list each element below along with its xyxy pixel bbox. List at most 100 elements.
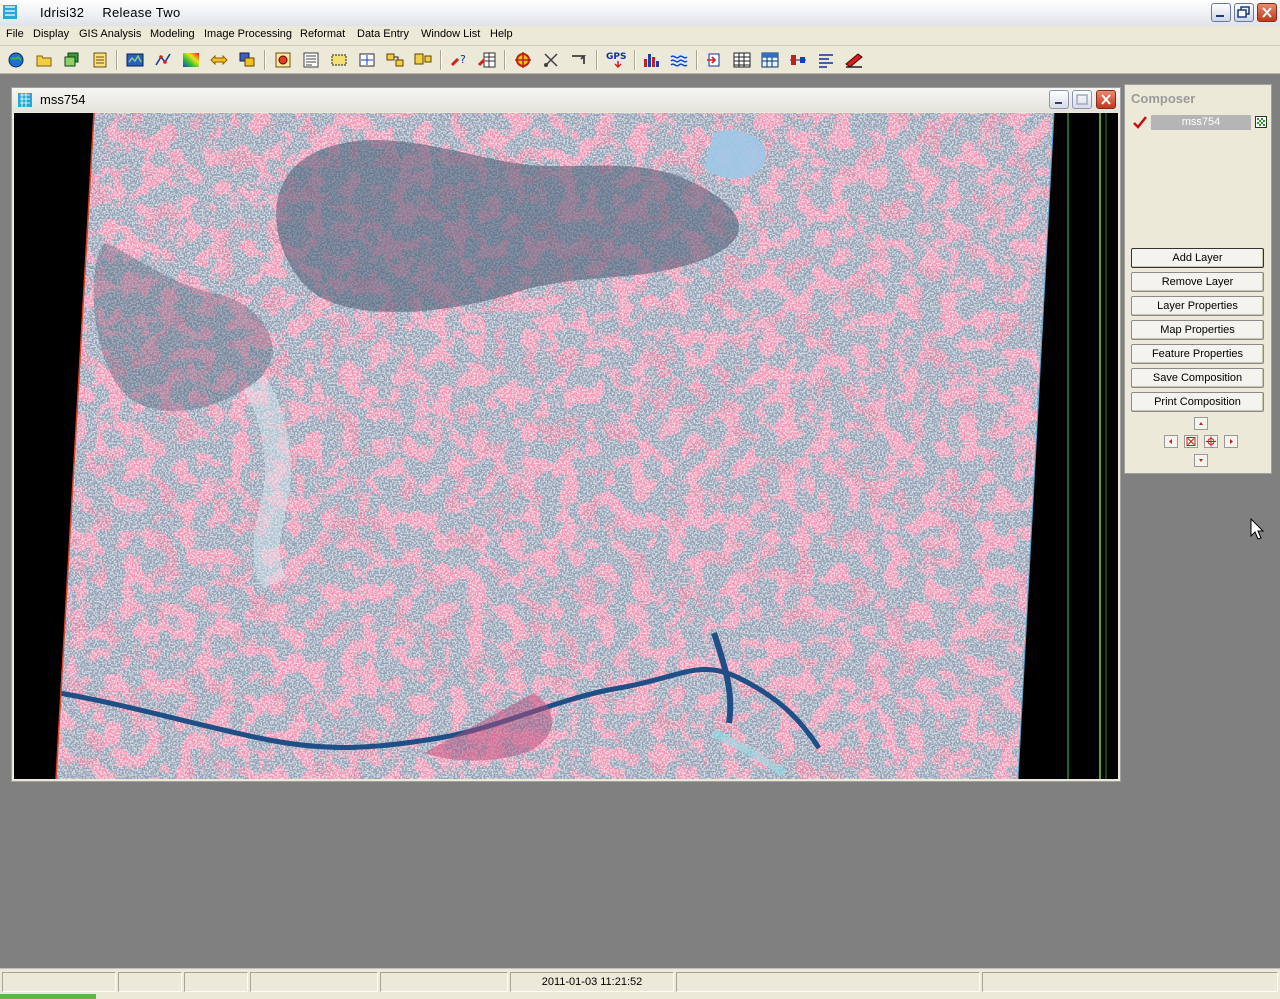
resample-icon[interactable] [413, 50, 433, 70]
pan-down-button[interactable] [1194, 454, 1208, 467]
restore-button[interactable] [1234, 3, 1254, 22]
arrow-right-icon [1230, 439, 1233, 444]
zoom-fit-button[interactable] [1184, 435, 1198, 448]
layer-row[interactable]: mss754 [1131, 115, 1267, 131]
menu-bar: File Display GIS Analysis Modeling Image… [0, 26, 1280, 46]
arrow-up-icon [1199, 422, 1203, 425]
print-composition-button[interactable]: Print Composition [1131, 392, 1264, 412]
menu-reformat[interactable]: Reformat [300, 28, 345, 40]
image-window-maximize-button[interactable] [1072, 90, 1092, 109]
menu-image-processing[interactable]: Image Processing [204, 28, 292, 40]
select-region-icon[interactable] [329, 50, 349, 70]
toolbar-separator [116, 50, 118, 70]
image-window-close-button[interactable] [1096, 90, 1116, 109]
status-timestamp: 2011-01-03 11:21:52 [510, 972, 674, 992]
align-icon[interactable] [816, 50, 836, 70]
status-panel-4 [250, 972, 378, 992]
open-folder-icon[interactable] [34, 50, 54, 70]
arrow-down-icon [1199, 459, 1203, 462]
import-icon[interactable] [704, 50, 724, 70]
style-icon[interactable] [844, 50, 864, 70]
close-icon [1101, 94, 1111, 105]
rubber-icon[interactable] [569, 50, 589, 70]
minimize-button[interactable] [1211, 3, 1231, 22]
target-icon[interactable] [513, 50, 533, 70]
toolbar-separator [440, 50, 442, 70]
window-icon[interactable] [237, 50, 257, 70]
arrow-left-icon [1169, 439, 1172, 444]
query-icon[interactable]: ? [449, 50, 469, 70]
remove-layer-button[interactable]: Remove Layer [1131, 272, 1264, 292]
gps-label: GPS [606, 52, 626, 62]
feature-properties-button[interactable]: Feature Properties [1131, 344, 1264, 364]
composer-title: Composer [1131, 91, 1196, 106]
toolbar-separator [696, 50, 698, 70]
crosshair-icon [1206, 436, 1216, 447]
composer-panel: Composer mss754 Add Layer Remove Layer L… [1124, 84, 1272, 474]
display-map-icon[interactable] [125, 50, 145, 70]
save-composition-button[interactable]: Save Composition [1131, 368, 1264, 388]
image-window-title: mss754 [40, 92, 86, 107]
pan-left-button[interactable] [1164, 435, 1178, 448]
vectorize-icon[interactable] [153, 50, 173, 70]
map-properties-button[interactable]: Map Properties [1131, 320, 1264, 340]
add-layer-button[interactable]: Add Layer [1131, 248, 1264, 268]
app-release: Release Two [102, 5, 181, 20]
gps-icon[interactable]: GPS [605, 50, 631, 70]
toolbar-separator [596, 50, 598, 70]
histogram-icon[interactable] [641, 50, 661, 70]
digitize-icon[interactable] [541, 50, 561, 70]
progress-bar [0, 994, 96, 999]
status-panel-5 [380, 972, 508, 992]
status-panel-1 [2, 972, 116, 992]
visibility-check-icon[interactable] [1133, 116, 1147, 129]
close-icon [1262, 7, 1272, 18]
menu-window-list[interactable]: Window List [421, 28, 480, 40]
layers-icon[interactable] [62, 50, 82, 70]
table-icon[interactable] [732, 50, 752, 70]
image-viewport[interactable] [14, 113, 1118, 779]
menu-help[interactable]: Help [490, 28, 513, 40]
spreadsheet-query-icon[interactable] [477, 50, 497, 70]
close-button[interactable] [1257, 3, 1277, 22]
window-title: Idrisi32 Release Two [40, 5, 181, 20]
menu-gis-analysis[interactable]: GIS Analysis [79, 28, 141, 40]
pan-right-button[interactable] [1224, 435, 1238, 448]
list-icon[interactable] [90, 50, 110, 70]
menu-file[interactable]: File [6, 28, 24, 40]
toolbar-separator [634, 50, 636, 70]
zoom-icon[interactable] [273, 50, 293, 70]
raster-icon [18, 93, 32, 107]
minimize-icon [1055, 102, 1062, 104]
profile-icon[interactable] [788, 50, 808, 70]
layer-properties-button[interactable]: Layer Properties [1131, 296, 1264, 316]
crosshair-box-icon[interactable] [357, 50, 377, 70]
layer-palette-icon[interactable] [1255, 116, 1267, 128]
toolbar-separator [504, 50, 506, 70]
toolbar: ? GPS [0, 46, 1280, 74]
minimize-icon [1216, 15, 1224, 17]
status-panel-3 [184, 972, 248, 992]
status-bar: 2011-01-03 11:21:52 [0, 968, 1280, 999]
globe-icon[interactable] [6, 50, 26, 70]
swap-icon[interactable] [209, 50, 229, 70]
mouse-cursor-icon [1250, 518, 1264, 540]
satellite-image[interactable] [14, 113, 1118, 779]
waves-icon[interactable] [669, 50, 689, 70]
restore-icon [1237, 6, 1250, 18]
menu-display[interactable]: Display [33, 28, 69, 40]
app-name: Idrisi32 [40, 5, 85, 20]
image-window-minimize-button[interactable] [1049, 90, 1069, 109]
menu-data-entry[interactable]: Data Entry [357, 28, 409, 40]
layer-name[interactable]: mss754 [1151, 115, 1251, 130]
pan-up-button[interactable] [1194, 417, 1208, 430]
idrisi-app-icon[interactable] [2, 4, 18, 20]
grid-icon[interactable] [760, 50, 780, 70]
menu-modeling[interactable]: Modeling [150, 28, 195, 40]
image-window[interactable]: mss754 [11, 87, 1121, 782]
text-layout-icon[interactable] [301, 50, 321, 70]
palette-icon[interactable] [181, 50, 201, 70]
zoom-center-button[interactable] [1204, 435, 1218, 448]
group-icon[interactable] [385, 50, 405, 70]
image-window-title-bar[interactable]: mss754 [12, 88, 1120, 112]
